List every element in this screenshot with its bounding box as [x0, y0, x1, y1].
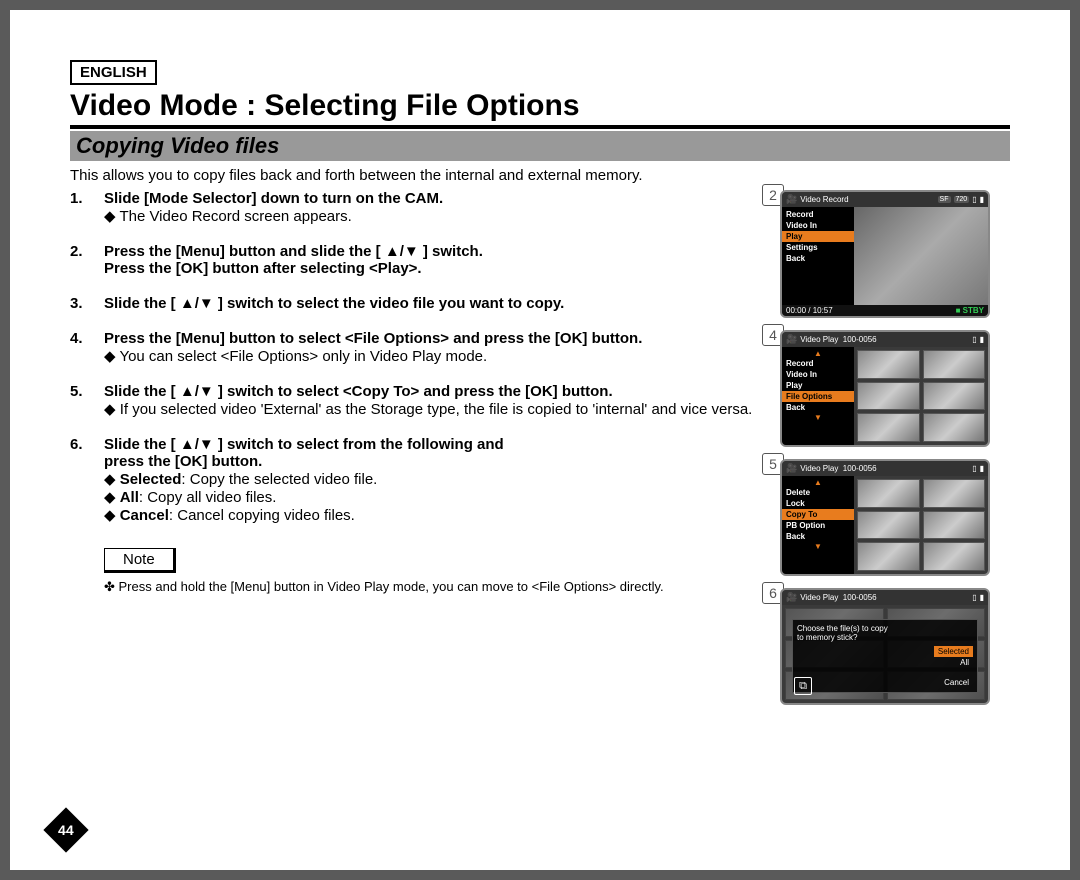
step-6-opt3: ◆ Cancel: Cancel copying video files.	[70, 506, 768, 524]
screen6-title: Video Play 100-0056	[800, 593, 969, 602]
screen2-menu: Record Video In Play Settings Back	[782, 207, 854, 305]
video-icon: 🎥	[786, 334, 797, 345]
intro-text: This allows you to copy files back and f…	[70, 161, 1010, 190]
screen4-title: Video Play 100-0056	[800, 335, 969, 344]
menu-record[interactable]: Record	[782, 209, 854, 220]
battery-icon: ▮	[980, 593, 984, 602]
dialog-line2: to memory stick?	[797, 633, 973, 642]
step-3: 3.Slide the [ ▲/▼ ] switch to select the…	[70, 295, 768, 312]
menu-play[interactable]: Play	[782, 380, 854, 391]
step-4: 4.Press the [Menu] button to select <Fil…	[70, 330, 768, 365]
copy-dialog: Choose the file(s) to copy to memory sti…	[792, 619, 978, 693]
scroll-down-icon[interactable]: ▼	[782, 413, 854, 422]
thumbnail[interactable]	[857, 511, 920, 540]
scroll-down-icon[interactable]: ▼	[782, 542, 854, 551]
menu-lock[interactable]: Lock	[782, 498, 854, 509]
screenshot-2: 2 🎥 Video Record SF 720 ▯ ▮ Record Video…	[780, 190, 1010, 318]
thumbnail[interactable]	[857, 350, 920, 379]
video-icon: 🎥	[786, 592, 797, 603]
manual-page: ENGLISH Video Mode : Selecting File Opti…	[10, 10, 1070, 870]
thumbnail[interactable]	[923, 511, 986, 540]
scroll-up-icon[interactable]: ▲	[782, 478, 854, 487]
menu-play[interactable]: Play	[782, 231, 854, 242]
video-icon: 🎥	[786, 194, 797, 205]
screen4-menu: ▲ Record Video In Play File Options Back…	[782, 347, 854, 445]
step-6: 6.Slide the [ ▲/▼ ] switch to select fro…	[70, 436, 768, 524]
thumbnail-grid	[854, 476, 988, 574]
dialog-line1: Choose the file(s) to copy	[797, 624, 973, 633]
menu-back[interactable]: Back	[782, 402, 854, 413]
thumbnail-grid	[854, 347, 988, 445]
menu-back[interactable]: Back	[782, 531, 854, 542]
screenshot-6: 6 🎥 Video Play 100-0056 ▯ ▮	[780, 588, 1010, 705]
thumbnail[interactable]	[857, 382, 920, 411]
thumbnail[interactable]	[923, 350, 986, 379]
dialog-opt-selected[interactable]: Selected	[934, 646, 973, 657]
language-label: ENGLISH	[70, 60, 157, 85]
thumbnail[interactable]	[857, 479, 920, 508]
card-icon: ▯	[972, 464, 976, 473]
screenshot-5: 5 🎥 Video Play 100-0056 ▯ ▮ ▲ Delete Loc…	[780, 459, 1010, 576]
card-icon: ▯	[972, 335, 976, 344]
page-number-badge: 44	[43, 807, 88, 852]
step-2: 2.Press the [Menu] button and slide the …	[70, 243, 768, 277]
thumbnail[interactable]	[923, 382, 986, 411]
dialog-opt-cancel[interactable]: Cancel	[797, 677, 973, 688]
thumbnail[interactable]	[857, 413, 920, 442]
section-subtitle: Copying Video files	[70, 131, 1010, 161]
card-icon: ▯	[972, 195, 976, 204]
step-6-opt2: ◆ All: Copy all video files.	[70, 488, 768, 506]
step-1: 1.Slide [Mode Selector] down to turn on …	[70, 190, 768, 225]
preview-area	[854, 207, 988, 305]
thumbnail[interactable]	[923, 479, 986, 508]
instructions-column: 1.Slide [Mode Selector] down to turn on …	[70, 190, 780, 717]
menu-back[interactable]: Back	[782, 253, 854, 264]
battery-icon: ▮	[980, 195, 984, 204]
thumbnail[interactable]	[857, 542, 920, 571]
note-box: Note	[104, 548, 176, 573]
screen2-title: Video Record	[800, 195, 934, 204]
menu-delete[interactable]: Delete	[782, 487, 854, 498]
copy-icon: ⧉	[794, 677, 812, 695]
menu-video-in[interactable]: Video In	[782, 220, 854, 231]
video-icon: 🎥	[786, 463, 797, 474]
step-5: 5.Slide the [ ▲/▼ ] switch to select <Co…	[70, 383, 768, 418]
menu-file-options[interactable]: File Options	[782, 391, 854, 402]
menu-record[interactable]: Record	[782, 358, 854, 369]
screen5-menu: ▲ Delete Lock Copy To PB Option Back ▼	[782, 476, 854, 574]
dialog-opt-all[interactable]: All	[797, 657, 973, 668]
battery-icon: ▮	[980, 335, 984, 344]
thumbnail[interactable]	[923, 413, 986, 442]
timecode: 00:00 / 10:57	[786, 306, 833, 315]
battery-icon: ▮	[980, 464, 984, 473]
page-title: Video Mode : Selecting File Options	[70, 89, 1010, 123]
card-icon: ▯	[972, 593, 976, 602]
divider	[70, 125, 1010, 129]
menu-copy-to[interactable]: Copy To	[782, 509, 854, 520]
screen5-title: Video Play 100-0056	[800, 464, 969, 473]
thumbnail[interactable]	[923, 542, 986, 571]
step-6-opt1: ◆ Selected: Copy the selected video file…	[70, 470, 768, 488]
status-stby: ■ STBY	[956, 306, 984, 315]
screenshots-column: 2 🎥 Video Record SF 720 ▯ ▮ Record Video…	[780, 190, 1010, 717]
step-1-sub: The Video Record screen appears.	[70, 207, 768, 225]
screenshot-4: 4 🎥 Video Play 100-0056 ▯ ▮ ▲ Record Vid…	[780, 330, 1010, 447]
scroll-up-icon[interactable]: ▲	[782, 349, 854, 358]
menu-pb-option[interactable]: PB Option	[782, 520, 854, 531]
menu-video-in[interactable]: Video In	[782, 369, 854, 380]
menu-settings[interactable]: Settings	[782, 242, 854, 253]
step-4-sub: You can select <File Options> only in Vi…	[70, 347, 768, 365]
step-5-sub: If you selected video 'External' as the …	[70, 400, 768, 418]
note-text: Press and hold the [Menu] button in Vide…	[70, 579, 768, 595]
